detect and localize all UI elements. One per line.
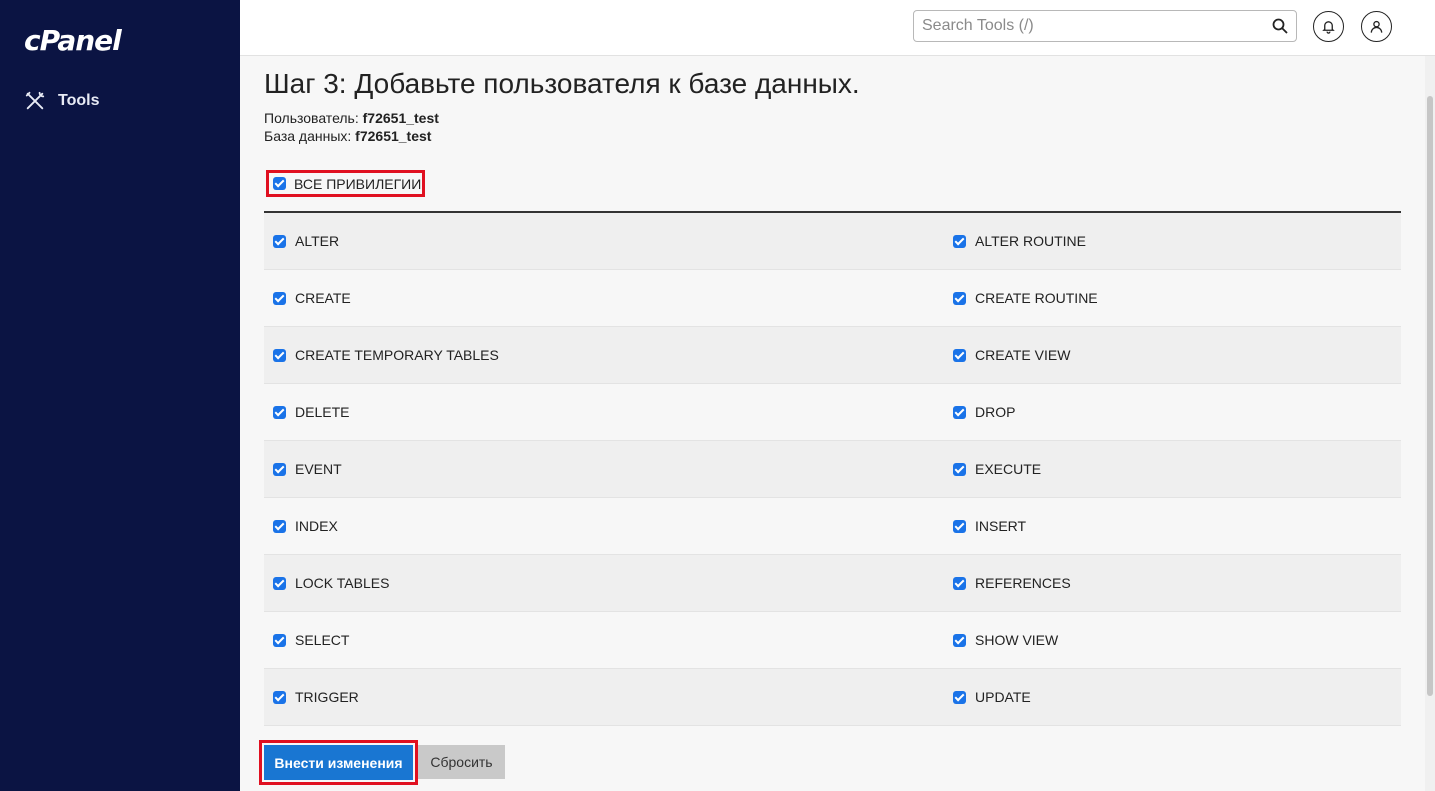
privilege-checkbox[interactable]: DELETE — [264, 384, 945, 440]
checkbox-checked[interactable] — [273, 234, 286, 248]
user-icon — [1370, 20, 1383, 33]
database-label: База данных: — [264, 128, 352, 144]
privilege-checkbox[interactable]: CREATE TEMPORARY TABLES — [264, 327, 945, 383]
sidebar: cPanel Tools — [0, 0, 240, 791]
privilege-label: DROP — [975, 404, 1016, 420]
privilege-label: EXECUTE — [975, 461, 1042, 477]
notifications-button[interactable] — [1313, 11, 1344, 42]
privilege-row: SELECT SHOW VIEW — [264, 612, 1401, 669]
checkbox-checked[interactable] — [953, 690, 966, 704]
database-value: f72651_test — [355, 128, 432, 144]
privilege-checkbox[interactable]: ALTER ROUTINE — [945, 213, 1401, 269]
privilege-row: CREATE CREATE ROUTINE — [264, 270, 1401, 327]
privilege-checkbox[interactable]: SELECT — [264, 612, 945, 668]
privilege-checkbox[interactable]: LOCK TABLES — [264, 555, 945, 611]
all-privileges-label: ВСЕ ПРИВИЛЕГИИ — [294, 175, 422, 192]
database-info: База данных: f72651_test — [264, 128, 431, 144]
privilege-label: CREATE ROUTINE — [975, 290, 1098, 306]
privilege-checkbox[interactable]: INSERT — [945, 498, 1401, 554]
privilege-label: CREATE TEMPORARY TABLES — [295, 347, 499, 363]
privilege-checkbox[interactable]: ALTER — [264, 213, 945, 269]
top-bar — [240, 0, 1435, 56]
privilege-label: ALTER ROUTINE — [975, 233, 1086, 249]
privilege-checkbox[interactable]: TRIGGER — [264, 669, 945, 725]
checkbox-checked[interactable] — [953, 576, 966, 590]
all-privileges-checkbox[interactable]: ВСЕ ПРИВИЛЕГИИ — [266, 170, 425, 197]
checkbox-checked[interactable] — [273, 291, 286, 305]
scrollbar-thumb[interactable] — [1427, 96, 1433, 696]
privilege-checkbox[interactable]: REFERENCES — [945, 555, 1401, 611]
checkbox-checked[interactable] — [273, 177, 286, 190]
checkbox-checked[interactable] — [273, 690, 286, 704]
privilege-label: EVENT — [295, 461, 342, 477]
privilege-label: SHOW VIEW — [975, 632, 1059, 648]
checkbox-checked[interactable] — [953, 519, 966, 533]
checkbox-checked[interactable] — [273, 405, 286, 419]
privilege-label: CREATE — [295, 290, 351, 306]
checkbox-checked[interactable] — [953, 348, 966, 362]
search-icon[interactable] — [1272, 18, 1288, 34]
privilege-checkbox[interactable]: EVENT — [264, 441, 945, 497]
page-title: Шаг 3: Добавьте пользователя к базе данн… — [264, 68, 860, 99]
make-changes-button[interactable]: Внести изменения — [264, 745, 413, 780]
privilege-row: CREATE TEMPORARY TABLES CREATE VIEW — [264, 327, 1401, 384]
reset-button[interactable]: Сбросить — [418, 745, 505, 779]
submit-highlight: Внести изменения — [259, 740, 418, 785]
checkbox-checked[interactable] — [953, 633, 966, 647]
privilege-row: ALTER ALTER ROUTINE — [264, 213, 1401, 270]
privilege-checkbox[interactable]: INDEX — [264, 498, 945, 554]
privilege-label: REFERENCES — [975, 575, 1071, 591]
privilege-checkbox[interactable]: SHOW VIEW — [945, 612, 1401, 668]
checkbox-checked[interactable] — [953, 405, 966, 419]
search-input[interactable] — [914, 11, 1264, 41]
sidebar-item-label: Tools — [58, 92, 100, 109]
privilege-label: SELECT — [295, 632, 350, 648]
privilege-checkbox[interactable]: DROP — [945, 384, 1401, 440]
privilege-label: INDEX — [295, 518, 338, 534]
privilege-checkbox[interactable]: CREATE ROUTINE — [945, 270, 1401, 326]
checkbox-checked[interactable] — [953, 234, 966, 248]
checkbox-checked[interactable] — [953, 291, 966, 305]
checkbox-checked[interactable] — [273, 576, 286, 590]
privilege-row: DELETE DROP — [264, 384, 1401, 441]
checkbox-checked[interactable] — [273, 462, 286, 476]
checkbox-checked[interactable] — [273, 519, 286, 533]
privilege-label: INSERT — [975, 518, 1027, 534]
privilege-label: TRIGGER — [295, 689, 359, 705]
scrollbar[interactable] — [1425, 56, 1435, 791]
privilege-checkbox[interactable]: UPDATE — [945, 669, 1401, 725]
privilege-checkbox[interactable]: EXECUTE — [945, 441, 1401, 497]
privilege-label: DELETE — [295, 404, 350, 420]
privilege-row: LOCK TABLES REFERENCES — [264, 555, 1401, 612]
tools-icon — [25, 91, 45, 110]
cpanel-logo[interactable]: cPanel — [24, 24, 122, 57]
sidebar-item-tools[interactable]: Tools — [24, 90, 99, 112]
user-menu-button[interactable] — [1361, 11, 1392, 42]
privilege-row: INDEX INSERT — [264, 498, 1401, 555]
privilege-label: ALTER — [295, 233, 340, 249]
main-content: Шаг 3: Добавьте пользователя к базе данн… — [240, 56, 1425, 791]
privilege-checkbox[interactable]: CREATE VIEW — [945, 327, 1401, 383]
user-value: f72651_test — [362, 110, 439, 126]
privilege-checkbox[interactable]: CREATE — [264, 270, 945, 326]
privilege-row: EVENT EXECUTE — [264, 441, 1401, 498]
user-info: Пользователь: f72651_test — [264, 110, 439, 126]
bell-icon — [1322, 21, 1335, 34]
search-box — [913, 10, 1297, 42]
privilege-label: CREATE VIEW — [975, 347, 1071, 363]
privilege-label: LOCK TABLES — [295, 575, 390, 591]
privileges-table: ALTER ALTER ROUTINE CREATE CREATE ROUTINE CR… — [264, 213, 1401, 726]
checkbox-checked[interactable] — [953, 462, 966, 476]
checkbox-checked[interactable] — [273, 633, 286, 647]
privilege-label: UPDATE — [975, 689, 1031, 705]
checkbox-checked[interactable] — [273, 348, 286, 362]
user-label: Пользователь: — [264, 110, 359, 126]
privilege-row: TRIGGER UPDATE — [264, 669, 1401, 726]
